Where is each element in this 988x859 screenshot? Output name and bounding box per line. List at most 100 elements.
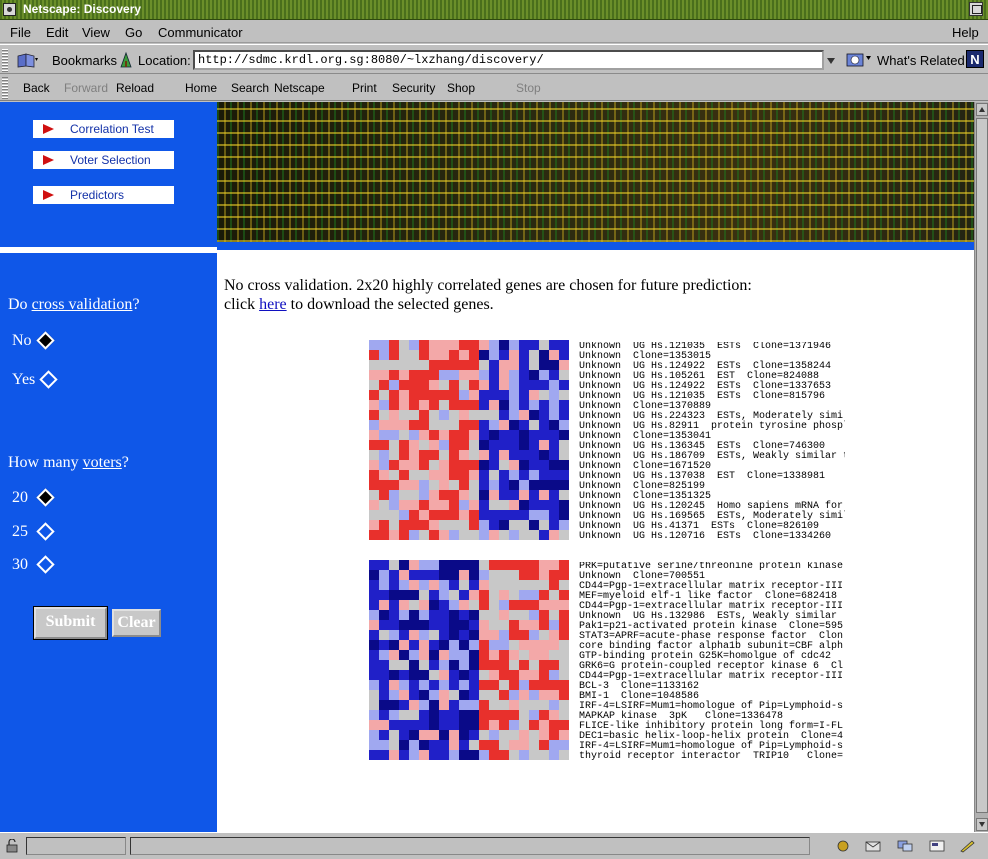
vertical-scrollbar[interactable] (974, 102, 988, 832)
heatmap-cell (499, 580, 509, 590)
heatmap-cell (409, 720, 419, 730)
microarray-banner-image (217, 102, 974, 248)
sidebar-link-correlation-test[interactable]: Correlation Test (33, 120, 176, 138)
heatmap-cell (559, 510, 569, 520)
heatmap-cell (409, 710, 419, 720)
progress-indicator (26, 837, 126, 855)
heatmap-cell (559, 700, 569, 710)
voters-option-20-label: 20 (12, 489, 28, 506)
heatmap-cell (559, 580, 569, 590)
heatmap-cell (419, 440, 429, 450)
clear-button[interactable]: Clear (112, 609, 161, 637)
heatmap-cell (379, 590, 389, 600)
heatmap-cell (509, 720, 519, 730)
download-here-link[interactable]: here (259, 296, 287, 313)
heatmap-cell (539, 670, 549, 680)
submit-button[interactable]: Submit (34, 607, 107, 639)
heatmap-cell (529, 410, 539, 420)
heatmap-cell (379, 360, 389, 370)
question-text: How many (8, 454, 83, 471)
gene-label: Unknown UG Hs.120716 ESTs Clone=1334260 (579, 531, 832, 542)
heatmap-cell (459, 670, 469, 680)
bookmarks-button[interactable]: Bookmarks (52, 53, 117, 68)
reload-button[interactable]: Reload (116, 81, 154, 95)
print-button[interactable]: Print (352, 81, 377, 95)
heatmap-cell (519, 610, 529, 620)
heatmap-cell (429, 570, 439, 580)
menu-communicator[interactable]: Communicator (158, 25, 243, 40)
navigator-icon[interactable] (834, 839, 852, 853)
bookmarks-icon[interactable] (16, 52, 38, 68)
heatmap-cell (459, 450, 469, 460)
netscape-logo-icon[interactable]: N (966, 50, 984, 68)
whats-related-button[interactable]: What's Related (877, 53, 965, 68)
composer-icon[interactable] (928, 839, 946, 853)
scroll-down-icon[interactable] (976, 818, 988, 831)
mail-icon[interactable] (864, 839, 882, 853)
url-dropdown-icon[interactable] (825, 51, 837, 69)
heatmap-cell (479, 380, 489, 390)
scroll-up-icon[interactable] (976, 103, 988, 116)
heatmap-cell (419, 580, 429, 590)
security-lock-icon[interactable] (4, 839, 20, 853)
heatmap-cell (439, 380, 449, 390)
menu-view[interactable]: View (82, 25, 110, 40)
maximize-button[interactable] (969, 2, 983, 16)
menu-edit[interactable]: Edit (46, 25, 68, 40)
discussion-icon[interactable] (896, 839, 914, 853)
url-input[interactable] (193, 50, 824, 70)
window-titlebar[interactable]: Netscape: Discovery (0, 0, 988, 20)
heatmap-cell (509, 730, 519, 740)
heatmap-cell (519, 680, 529, 690)
voters-link[interactable]: voters (83, 454, 122, 471)
heatmap-cell (389, 460, 399, 470)
heatmap-cell (559, 390, 569, 400)
heatmap-cell (369, 610, 379, 620)
heatmap-cell (429, 340, 439, 350)
heatmap-cell (449, 590, 459, 600)
whats-related-icon[interactable] (846, 51, 872, 69)
heatmap-cell (419, 590, 429, 600)
heatmap-cell (509, 510, 519, 520)
heatmap-cell (519, 340, 529, 350)
heatmap-cell (439, 450, 449, 460)
window-menu-button[interactable] (3, 3, 16, 16)
heatmap-cell (509, 500, 519, 510)
menu-go[interactable]: Go (125, 25, 142, 40)
heatmap-cell (499, 420, 509, 430)
forward-button[interactable]: Forward (64, 81, 108, 95)
home-button[interactable]: Home (185, 81, 217, 95)
heatmap-cell (489, 740, 499, 750)
location-icon[interactable] (117, 51, 135, 69)
heatmap-cell (529, 380, 539, 390)
menu-file[interactable]: File (10, 25, 31, 40)
search-button[interactable]: Search (231, 81, 269, 95)
menu-help[interactable]: Help (952, 25, 979, 40)
heatmap-cell (479, 490, 489, 500)
toolbar-grip[interactable] (2, 48, 8, 72)
heatmap-cell (459, 710, 469, 720)
heatmap-cell (369, 700, 379, 710)
result-message: No cross validation. 2x20 highly correla… (224, 276, 844, 314)
heatmap-cell (529, 400, 539, 410)
heatmap-cell (449, 530, 459, 540)
shop-button[interactable]: Shop (447, 81, 475, 95)
pen-icon[interactable] (958, 839, 976, 853)
heatmap-cell (419, 600, 429, 610)
heatmap-cell (399, 600, 409, 610)
scroll-thumb[interactable] (976, 118, 988, 813)
cross-validation-link[interactable]: cross validation (32, 296, 133, 313)
stop-button[interactable]: Stop (516, 81, 541, 95)
heatmap-cell (549, 650, 559, 660)
heatmap-cell (539, 580, 549, 590)
sidebar-link-voter-selection[interactable]: Voter Selection (33, 151, 176, 169)
back-button[interactable]: Back (23, 81, 50, 95)
netscape-button[interactable]: Netscape (274, 81, 325, 95)
heatmap-cell (539, 710, 549, 720)
heatmap-cell (549, 700, 559, 710)
sidebar-link-predictors[interactable]: Predictors (33, 186, 176, 204)
heatmap-cell (549, 360, 559, 370)
heatmap-cell (549, 460, 559, 470)
toolbar-grip[interactable] (2, 77, 8, 99)
security-button[interactable]: Security (392, 81, 435, 95)
